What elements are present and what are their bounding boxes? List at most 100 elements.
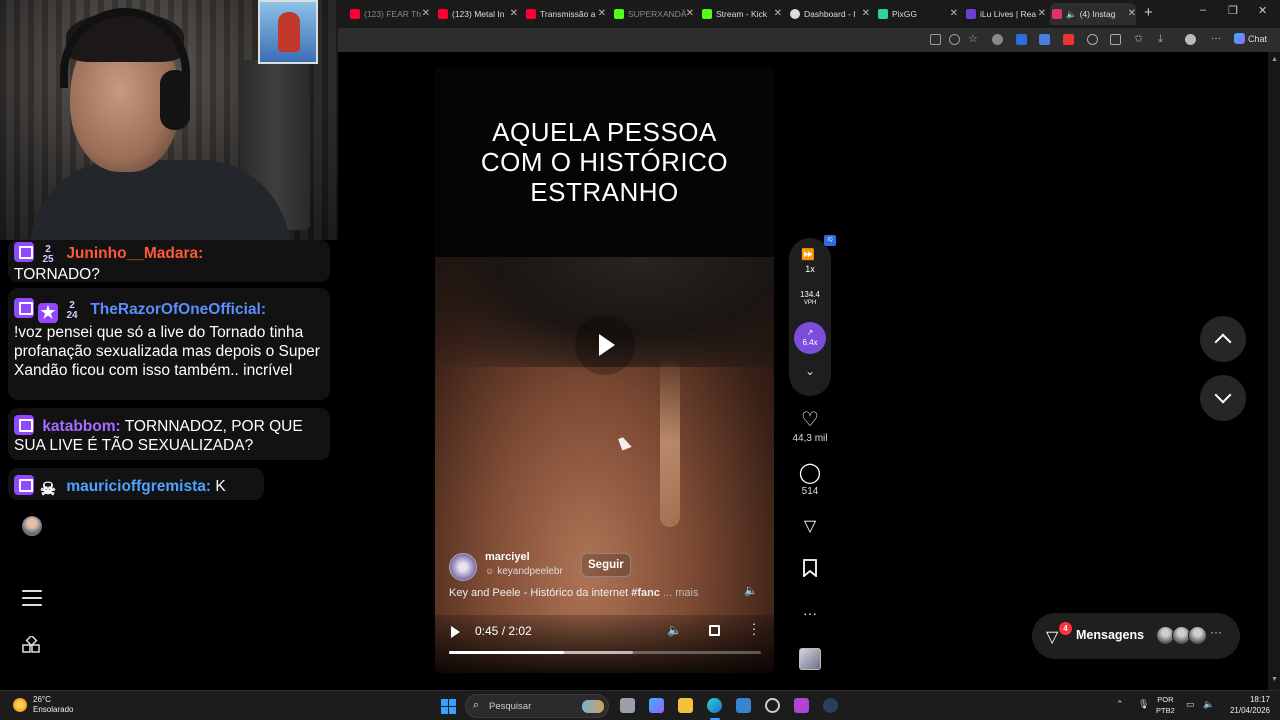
close-icon[interactable]: ✕	[422, 3, 430, 25]
close-icon[interactable]: ✕	[862, 3, 870, 25]
profile-icon[interactable]	[1185, 34, 1196, 45]
close-icon[interactable]: ✕	[950, 3, 958, 25]
split-screen-icon[interactable]	[1110, 34, 1121, 45]
star-icon[interactable]: ☆	[968, 34, 979, 45]
close-window-icon[interactable]: ✕	[1258, 4, 1267, 17]
reel-video[interactable]: AQUELA PESSOA COM O HISTÓRICO ESTRANHO m…	[435, 67, 774, 673]
copilot-icon	[1234, 33, 1245, 44]
playback-speed[interactable]: 1x	[789, 264, 831, 274]
tab[interactable]: PixGG ✕	[876, 3, 958, 25]
tab[interactable]: Dashboard - I ✕	[788, 3, 870, 25]
settings-icon[interactable]	[765, 698, 780, 713]
tab[interactable]: Stream - Kick ✕	[700, 3, 782, 25]
system-clock[interactable]: 18:17 21/04/2026	[1220, 694, 1270, 716]
scrollbar[interactable]: ▲ ▼	[1268, 52, 1280, 690]
caption-more-link[interactable]: ... mais	[663, 587, 698, 599]
author-avatar[interactable]	[449, 553, 477, 581]
copilot-chat-button[interactable]: Chat	[1234, 33, 1267, 44]
close-icon[interactable]: ✕	[510, 3, 518, 25]
input-language[interactable]: POR PTB2	[1156, 694, 1175, 716]
close-icon[interactable]: ✕	[686, 3, 694, 25]
play-icon[interactable]	[575, 315, 635, 375]
volume-icon[interactable]: 🔈	[667, 623, 682, 637]
kick-icon	[614, 9, 624, 19]
more-options-icon[interactable]: · · ·	[751, 617, 757, 640]
close-icon[interactable]: ✕	[1128, 3, 1136, 25]
translate-icon[interactable]	[1039, 34, 1050, 45]
new-tab-button[interactable]: +	[1144, 4, 1153, 21]
comment-icon[interactable]: ◯	[789, 462, 831, 484]
extension-icon[interactable]	[992, 34, 1003, 45]
collab-account[interactable]: keyandpeelebr	[485, 566, 563, 577]
growth-badge[interactable]: ↗ 6.4x	[794, 322, 826, 354]
author-name[interactable]: marciyel	[485, 551, 530, 563]
reel-caption[interactable]: Key and Peele - Histórico da internet #f…	[449, 587, 698, 599]
close-icon[interactable]: ✕	[1038, 3, 1046, 25]
copilot-icon[interactable]	[649, 698, 664, 713]
restore-icon[interactable]: ❐	[1228, 4, 1238, 17]
fast-forward-icon[interactable]: ⏩	[801, 248, 815, 261]
tab-active[interactable]: 🔈 (4) Instag ✕	[1050, 3, 1136, 25]
puzzle-icon[interactable]	[1087, 34, 1098, 45]
chat-text: TORNADO?	[14, 266, 100, 283]
task-view-icon[interactable]	[620, 698, 635, 713]
share-action[interactable]: ▽	[789, 516, 831, 538]
network-icon[interactable]: ▭	[1186, 699, 1195, 710]
chevron-down-icon[interactable]: ⌄	[789, 364, 831, 378]
menu-icon[interactable]	[22, 590, 42, 606]
tab[interactable]: iLu Lives | Rea ✕	[964, 3, 1046, 25]
more-horizontal-icon[interactable]: ···	[789, 602, 831, 624]
webcam-feed	[0, 0, 338, 240]
mute-icon[interactable]: 🔈	[744, 584, 758, 597]
download-icon[interactable]: ⤓	[1158, 34, 1169, 45]
zoom-icon[interactable]	[949, 34, 960, 45]
follow-button[interactable]: Seguir	[581, 553, 631, 577]
tab[interactable]: Transmissão a ✕	[524, 3, 606, 25]
caption-hashtag[interactable]: #fanc	[631, 587, 660, 599]
microphone-icon[interactable]: 🎙	[1138, 699, 1149, 710]
tab[interactable]: (123) FEAR Th ✕	[348, 3, 430, 25]
taskbar: 26°C Ensolarado ⌕ Pesquisar ⌃ 🎙 POR PTB2…	[0, 690, 1280, 720]
messages-button[interactable]: ▽ 4 Mensagens ···	[1032, 613, 1240, 659]
game-icon[interactable]	[794, 698, 809, 713]
weather-widget[interactable]: 26°C Ensolarado	[33, 695, 73, 715]
file-explorer-icon[interactable]	[678, 698, 693, 713]
growth-value: 6.4x	[802, 338, 818, 347]
photos-icon[interactable]	[736, 698, 751, 713]
favorites-icon[interactable]: ✩	[1134, 34, 1145, 45]
pdf-icon[interactable]	[1063, 34, 1074, 45]
save-action[interactable]	[789, 559, 831, 582]
previous-reel-button[interactable]	[1200, 316, 1246, 362]
more-action[interactable]: ···	[789, 602, 831, 624]
tab[interactable]: SUPERXANDÃ ✕	[612, 3, 694, 25]
like-action[interactable]: ♡ 44,3 mil	[789, 409, 831, 444]
steam-icon[interactable]	[823, 698, 838, 713]
bookmark-icon[interactable]	[802, 559, 818, 578]
apps-icon[interactable]	[22, 636, 42, 656]
close-icon[interactable]: ✕	[774, 3, 782, 25]
chevron-up-icon[interactable]: ⌃	[1116, 699, 1124, 710]
minimize-icon[interactable]: –	[1200, 4, 1206, 16]
volume-icon[interactable]: 🔈	[1203, 699, 1214, 710]
close-icon[interactable]: ✕	[598, 3, 606, 25]
send-icon[interactable]: ▽	[789, 516, 831, 538]
profile-avatar[interactable]	[22, 516, 42, 536]
audio-thumbnail[interactable]	[799, 648, 821, 670]
comment-action[interactable]: ◯ 514	[789, 462, 831, 497]
windows-start-icon[interactable]	[441, 699, 456, 714]
heart-icon[interactable]: ♡	[789, 409, 831, 431]
progress-track[interactable]	[449, 651, 761, 654]
grid-icon[interactable]	[930, 34, 941, 45]
scroll-up-icon[interactable]: ▲	[1271, 56, 1278, 63]
tab-title: Stream - Kick	[716, 9, 768, 19]
more-icon[interactable]: ···	[1211, 34, 1222, 45]
next-reel-button[interactable]	[1200, 375, 1246, 421]
taskbar-search[interactable]: ⌕ Pesquisar	[465, 694, 609, 718]
shield-icon[interactable]	[1016, 34, 1027, 45]
sun-icon[interactable]	[13, 698, 27, 712]
scroll-down-icon[interactable]: ▼	[1271, 676, 1278, 683]
tab[interactable]: (123) Metal In ✕	[436, 3, 518, 25]
fullscreen-icon[interactable]	[709, 625, 720, 636]
play-control-icon[interactable]	[451, 626, 460, 638]
edge-icon[interactable]	[707, 698, 722, 713]
